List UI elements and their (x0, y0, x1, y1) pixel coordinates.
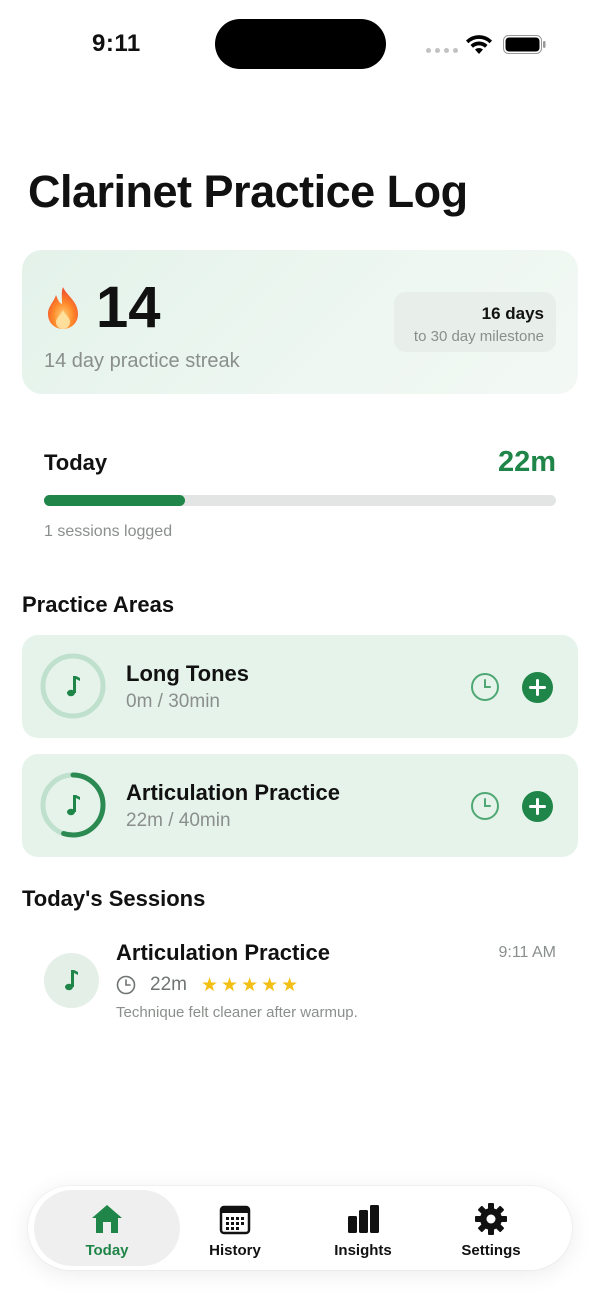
practice-area-progress: 22m / 40min (126, 810, 231, 831)
wifi-icon (466, 35, 492, 54)
tab-bar: Today History Insights Settings (28, 1186, 572, 1270)
today-label: Today (44, 450, 108, 475)
practice-area-progress: 0m / 30min (126, 691, 220, 712)
add-session-button[interactable] (522, 672, 553, 703)
practice-area-name: Articulation Practice (126, 780, 340, 805)
session-avatar (44, 953, 99, 1008)
music-note-icon (65, 970, 78, 991)
star-icon: ★ (261, 974, 279, 996)
star-icon: ★ (241, 974, 259, 996)
practice-area-card[interactable]: Articulation Practice 22m / 40min (22, 754, 578, 857)
music-note-icon (67, 795, 80, 816)
streak-card: 14 14 day practice streak 16 days to 30 … (22, 250, 578, 394)
progress-ring (40, 772, 106, 838)
bar-chart-icon (348, 1205, 379, 1233)
star-icon: ★ (221, 974, 239, 996)
calendar-icon (219, 1205, 251, 1235)
dynamic-island (215, 19, 386, 69)
tab-settings[interactable]: Settings (418, 1190, 564, 1266)
today-progress-fill (44, 495, 185, 506)
status-time: 9:11 (92, 30, 141, 57)
milestone-days: 16 days (481, 304, 544, 323)
session-time: 9:11 AM (498, 944, 556, 961)
progress-ring (40, 653, 106, 719)
streak-count: 14 (96, 275, 161, 340)
status-bar: 9:11 (0, 0, 600, 90)
tab-insights[interactable]: Insights (290, 1190, 436, 1266)
clock-icon (116, 975, 136, 995)
house-icon (92, 1205, 122, 1233)
tab-label: History (209, 1242, 261, 1259)
tab-label: Settings (461, 1242, 521, 1259)
streak-label: 14 day practice streak (44, 350, 240, 372)
tab-label: Insights (334, 1242, 392, 1259)
clock-icon[interactable] (470, 672, 500, 702)
gear-icon (475, 1203, 507, 1235)
sessions-logged: 1 sessions logged (44, 523, 173, 540)
tab-history[interactable]: History (162, 1190, 308, 1266)
practice-area-card[interactable]: Long Tones 0m / 30min (22, 635, 578, 738)
milestone-label: to 30 day milestone (413, 328, 544, 345)
page-title: Clarinet Practice Log (28, 166, 468, 217)
star-rating: ★ ★ ★ ★ ★ (201, 974, 298, 997)
session-duration: 22m (150, 974, 187, 995)
flame-icon (48, 287, 78, 329)
star-icon: ★ (281, 974, 299, 996)
session-name[interactable]: Articulation Practice (116, 940, 330, 966)
today-minutes: 22m (497, 446, 556, 478)
cellular-signal-icon (426, 48, 458, 53)
practice-area-name: Long Tones (126, 661, 250, 686)
battery-icon (503, 35, 546, 54)
star-icon: ★ (200, 974, 219, 996)
music-note-icon (67, 676, 80, 697)
todays-sessions-title: Today's Sessions (22, 886, 206, 911)
tab-today[interactable]: Today (34, 1190, 180, 1266)
session-meta: 22m ★ ★ ★ ★ ★ (116, 974, 298, 996)
tab-label: Today (85, 1242, 129, 1259)
today-progress-bar (44, 495, 556, 506)
milestone-badge: 16 days to 30 day milestone (394, 292, 556, 352)
add-session-button[interactable] (522, 791, 553, 822)
session-note: Technique felt cleaner after warmup. (116, 1004, 358, 1021)
clock-icon[interactable] (470, 791, 500, 821)
practice-areas-title: Practice Areas (22, 592, 175, 617)
